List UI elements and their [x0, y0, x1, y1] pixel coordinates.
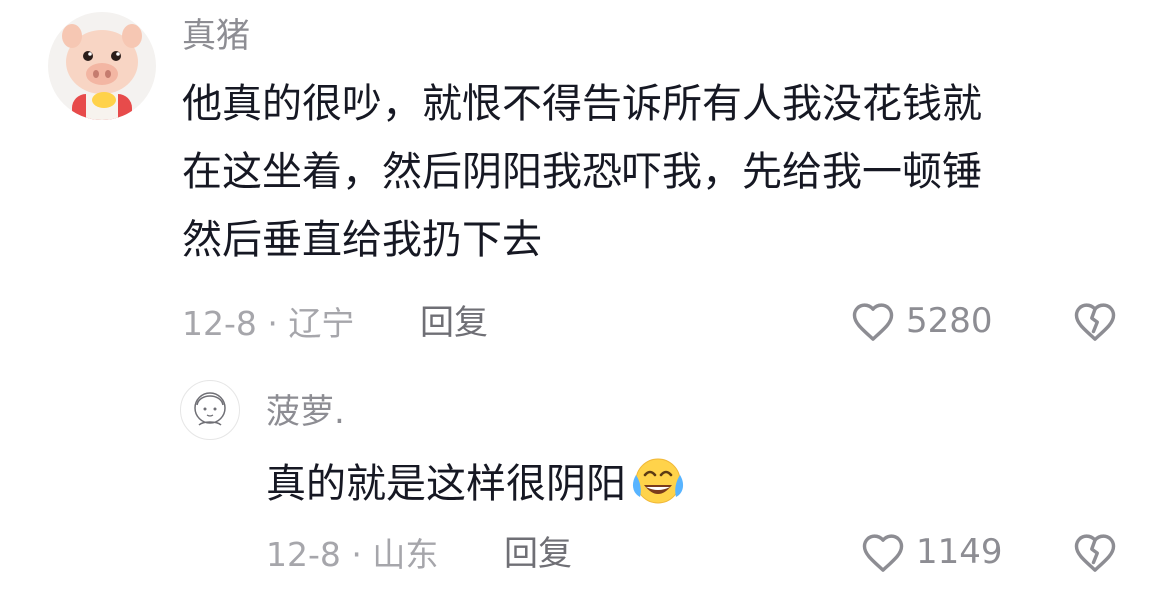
comment-text-line: 他真的很吵，就恨不得告诉所有人我没花钱就: [182, 81, 982, 127]
reply-button[interactable]: 回复: [504, 534, 572, 574]
comment-text: 他真的很吵，就恨不得告诉所有人我没花钱就 在这坐着，然后阴阳我恐吓我，先给我一顿…: [182, 70, 1122, 274]
broken-heart-icon: [1074, 303, 1116, 341]
reply-username[interactable]: 菠萝.: [266, 392, 345, 432]
dislike-button[interactable]: [1072, 531, 1118, 577]
reply-text-row: 真的就是这样很阴阳: [266, 450, 688, 528]
like-count: 5280: [906, 301, 993, 341]
dislike-button[interactable]: [1072, 300, 1118, 346]
heart-icon: [862, 534, 904, 572]
heart-icon: [852, 303, 894, 341]
comment-username[interactable]: 真猪: [182, 16, 250, 56]
like-button[interactable]: 1149: [860, 531, 1003, 573]
comment-text-line: 在这坐着，然后阴阳我恐吓我，先给我一顿锤: [182, 149, 982, 195]
avatar[interactable]: [180, 380, 240, 440]
like-button[interactable]: 5280: [850, 300, 993, 342]
crying-laughing-emoji-icon: [630, 457, 688, 528]
comment-text-line: 然后垂直给我扔下去: [182, 217, 542, 263]
like-count: 1149: [916, 532, 1003, 572]
sketch-avatar-icon: [194, 392, 226, 426]
avatar[interactable]: [48, 12, 156, 120]
reply-button[interactable]: 回复: [420, 303, 488, 343]
reply-text: 真的就是这样很阴阳: [266, 461, 626, 507]
reply-meta: 12-8 · 山东: [266, 535, 439, 574]
broken-heart-icon: [1074, 534, 1116, 572]
pig-avatar-icon: [62, 24, 142, 120]
comment-meta: 12-8 · 辽宁: [182, 304, 355, 343]
